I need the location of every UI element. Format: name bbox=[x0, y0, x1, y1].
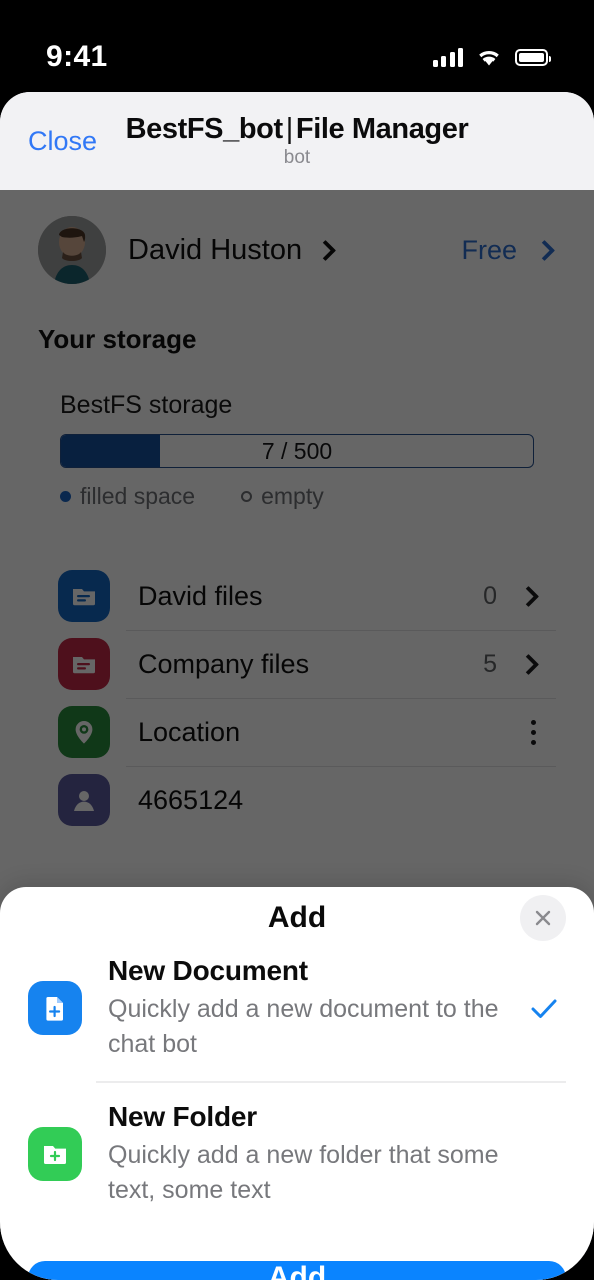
file-list: David files 0 Company files 5 Location 4… bbox=[38, 562, 556, 834]
list-item-count: 0 bbox=[483, 581, 497, 610]
profile-row[interactable]: David Huston Free bbox=[0, 190, 594, 288]
signal-bars-icon bbox=[432, 47, 463, 67]
add-option-list: New Document Quickly add a new document … bbox=[0, 935, 594, 1227]
page-title-separator: | bbox=[285, 113, 294, 145]
option-new-document[interactable]: New Document Quickly add a new document … bbox=[28, 935, 566, 1081]
storage-value-label: 7 / 500 bbox=[261, 437, 333, 464]
page-title: BestFS_bot | File Manager bbox=[126, 113, 469, 146]
page-title-main: BestFS_bot bbox=[125, 113, 284, 145]
location-pin-icon bbox=[58, 706, 110, 758]
phone-frame: 9:41 Close BestFS_bot|File Manager bot bbox=[0, 0, 594, 1280]
status-bar: 9:41 bbox=[0, 0, 594, 88]
list-item-label: 4665124 bbox=[138, 784, 244, 815]
option-title: New Folder bbox=[108, 1101, 257, 1132]
storage-section-title: Your storage bbox=[38, 324, 197, 354]
wifi-icon bbox=[479, 50, 499, 65]
list-item[interactable]: David files 0 bbox=[38, 562, 556, 630]
battery-icon bbox=[515, 48, 551, 66]
storage-card: BestFS storage 7 / 500 filled space empt… bbox=[38, 369, 556, 536]
list-item[interactable]: Company files 5 bbox=[38, 630, 556, 698]
avatar[interactable] bbox=[38, 216, 106, 284]
storage-card-title: BestFS storage bbox=[60, 391, 233, 419]
storage-legend: filled space empty bbox=[60, 483, 534, 510]
chevron-right-icon bbox=[517, 653, 540, 675]
status-bar-clock: 9:41 bbox=[46, 40, 108, 73]
option-description: Quickly add a new folder that some text,… bbox=[108, 1141, 499, 1204]
legend-label-filled: filled space bbox=[80, 483, 196, 509]
status-bar-icons bbox=[432, 47, 551, 67]
option-text: New Document Quickly add a new document … bbox=[108, 955, 522, 1061]
sheet-header: Add bbox=[0, 895, 594, 941]
option-description: Quickly add a new document to the chat b… bbox=[108, 995, 499, 1058]
profile-name: David Huston bbox=[128, 233, 303, 266]
list-item-label: David files bbox=[138, 580, 263, 611]
plan-label: Free bbox=[461, 234, 517, 265]
sheet-title: Add bbox=[267, 901, 327, 934]
legend-dot-filled-icon bbox=[60, 491, 71, 502]
close-x-glyph bbox=[535, 910, 551, 926]
page-subtitle: bot bbox=[283, 147, 311, 168]
chevron-right-icon bbox=[517, 585, 540, 607]
add-bottom-sheet: Add New Document Quickly add a new docum… bbox=[0, 887, 594, 1280]
close-button[interactable]: Close bbox=[22, 126, 103, 157]
bot-header: Close BestFS_bot | File Manager bot bbox=[0, 92, 594, 190]
add-button[interactable]: Add bbox=[28, 1261, 566, 1280]
legend-item-filled: filled space bbox=[60, 483, 195, 510]
avatar-image bbox=[38, 216, 106, 284]
plan-badge[interactable]: Free bbox=[429, 223, 582, 277]
list-item[interactable]: Location bbox=[38, 698, 556, 766]
option-text: New Folder Quickly add a new folder that… bbox=[108, 1101, 522, 1207]
page-title-secondary: File Manager bbox=[295, 113, 469, 145]
list-item-label: Location bbox=[138, 716, 241, 747]
selected-check-icon bbox=[522, 991, 566, 1025]
folder-lines-icon bbox=[58, 638, 110, 690]
folder-plus-icon bbox=[28, 1127, 82, 1181]
document-folder-icon bbox=[58, 570, 110, 622]
legend-dot-empty-icon bbox=[241, 491, 253, 502]
storage-progress-bar: 7 / 500 bbox=[60, 434, 534, 468]
contact-icon bbox=[58, 774, 110, 826]
document-plus-icon bbox=[28, 981, 82, 1035]
chevron-right-icon bbox=[314, 239, 337, 261]
legend-label-empty: empty bbox=[261, 483, 324, 509]
option-new-folder[interactable]: New Folder Quickly add a new folder that… bbox=[28, 1081, 566, 1227]
option-title: New Document bbox=[108, 955, 308, 986]
bot-webview: Close BestFS_bot | File Manager bot Davi… bbox=[0, 92, 594, 1280]
more-options-icon[interactable] bbox=[531, 719, 536, 745]
list-item-label: Company files bbox=[138, 648, 310, 679]
chevron-right-icon bbox=[533, 239, 556, 261]
list-item-count: 5 bbox=[483, 649, 497, 678]
legend-item-empty: empty bbox=[241, 483, 324, 510]
list-item[interactable]: 4665124 bbox=[38, 766, 556, 834]
